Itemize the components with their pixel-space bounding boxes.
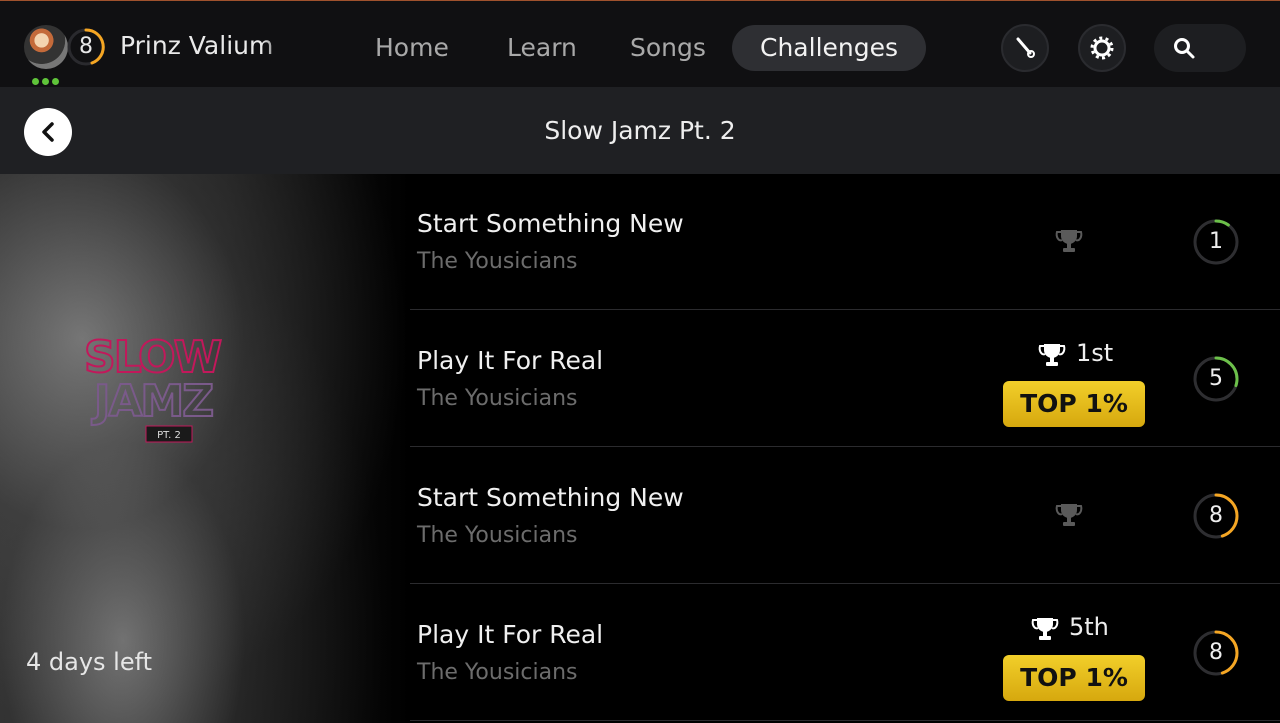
song-artist: The Yousicians bbox=[417, 660, 578, 685]
trophy-icon bbox=[1055, 230, 1083, 252]
nav-home[interactable]: Home bbox=[375, 25, 449, 71]
song-title: Start Something New bbox=[417, 209, 684, 238]
search-button[interactable] bbox=[1154, 24, 1246, 72]
difficulty-level: 8 bbox=[1209, 503, 1223, 528]
song-artist: The Yousicians bbox=[417, 523, 578, 548]
page-title: Slow Jamz Pt. 2 bbox=[544, 116, 736, 145]
nav-learn[interactable]: Learn bbox=[507, 25, 577, 71]
leaderboard-rank: 1st bbox=[1076, 339, 1114, 367]
username[interactable]: Prinz Valium bbox=[120, 31, 288, 60]
nav-challenges[interactable]: Challenges bbox=[732, 25, 927, 71]
avatar[interactable] bbox=[24, 25, 68, 69]
player-level: 8 bbox=[79, 34, 93, 59]
top-percent-badge: TOP 1% bbox=[1003, 655, 1145, 701]
challenge-row[interactable]: Play It For Real The Yousicians 1st TOP 1% 5 bbox=[410, 311, 1280, 447]
top-percent-badge: TOP 1% bbox=[1003, 381, 1145, 427]
search-icon bbox=[1174, 38, 1195, 59]
song-title: Start Something New bbox=[417, 483, 684, 512]
trophy-icon bbox=[1038, 344, 1066, 366]
song-title: Play It For Real bbox=[417, 346, 604, 375]
settings-button[interactable] bbox=[1078, 24, 1126, 72]
trophy-icon bbox=[1031, 618, 1059, 640]
difficulty-level: 1 bbox=[1209, 229, 1223, 254]
top-bar: 8 Prinz Valium Home Learn Songs Challeng… bbox=[0, 0, 1280, 87]
tuner-icon bbox=[1016, 37, 1035, 58]
song-artist: The Yousicians bbox=[417, 386, 578, 411]
challenge-row[interactable]: Start Something New The Yousicians 8 bbox=[410, 448, 1280, 584]
svg-text:PT. 2: PT. 2 bbox=[157, 430, 181, 441]
slow-jamz-logo: SLOW JAMZ PT. 2 bbox=[83, 331, 225, 443]
difficulty-level: 5 bbox=[1209, 366, 1223, 391]
difficulty-level: 8 bbox=[1209, 640, 1223, 665]
trophy-icon bbox=[1055, 504, 1083, 526]
song-artist: The Yousicians bbox=[417, 249, 578, 274]
song-title: Play It For Real bbox=[417, 620, 604, 649]
online-status-dots bbox=[32, 78, 59, 85]
tuner-button[interactable] bbox=[1001, 24, 1049, 72]
nav-songs[interactable]: Songs bbox=[630, 25, 706, 71]
challenge-row[interactable]: Start Something New The Yousicians 1 bbox=[410, 174, 1280, 310]
days-left-label: 4 days left bbox=[26, 648, 153, 676]
leaderboard-rank: 5th bbox=[1069, 613, 1109, 641]
gear-icon bbox=[1090, 36, 1114, 60]
challenge-row[interactable]: Play It For Real The Yousicians 5th TOP 1% 8 bbox=[410, 585, 1280, 721]
svg-text:JAMZ: JAMZ bbox=[91, 376, 212, 427]
